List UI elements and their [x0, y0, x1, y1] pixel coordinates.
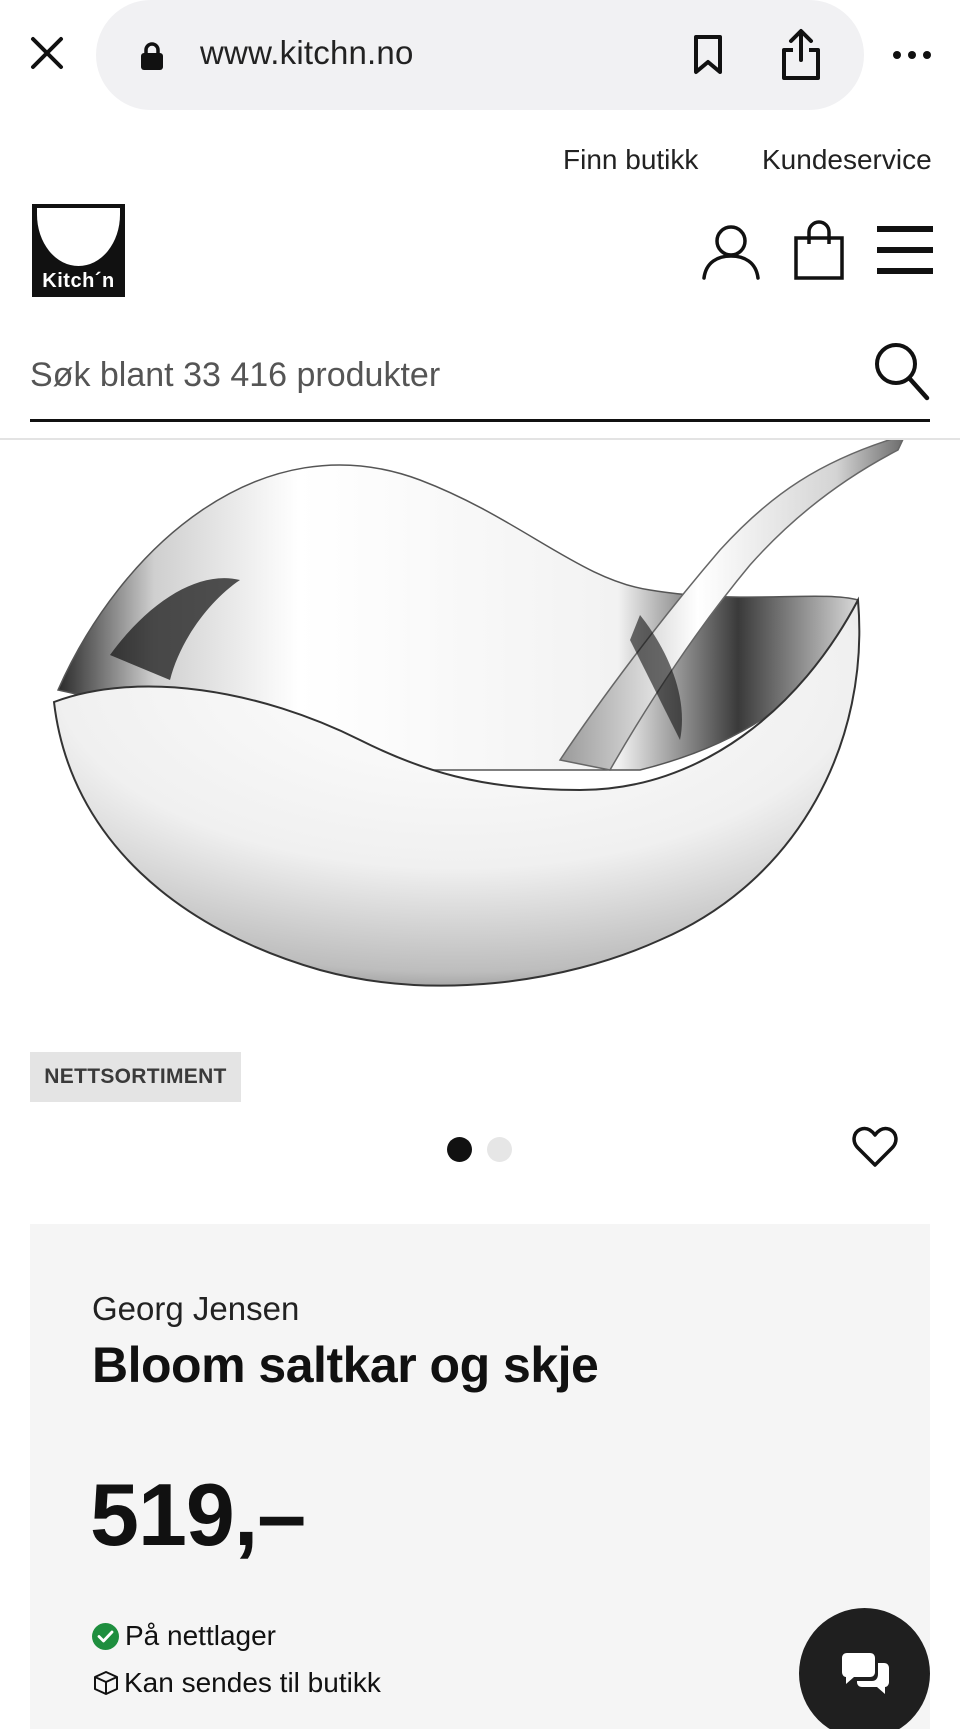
kitchn-logo[interactable]: Kitch´n [32, 204, 125, 297]
favorite-heart-icon[interactable] [852, 1124, 898, 1170]
url-text[interactable]: www.kitchn.no [200, 34, 414, 72]
bookmark-icon[interactable] [686, 30, 730, 80]
logo-bowl-shape [37, 208, 120, 266]
browser-toolbar: www.kitchn.no [0, 0, 960, 112]
product-info-panel: Georg Jensen Bloom saltkar og skje 519,–… [30, 1224, 930, 1729]
search-icon[interactable] [872, 340, 930, 402]
more-options-icon[interactable] [890, 40, 934, 70]
product-brand[interactable]: Georg Jensen [92, 1290, 299, 1328]
product-price: 519,– [90, 1465, 306, 1564]
find-store-link[interactable]: Finn butikk [563, 144, 698, 176]
close-icon[interactable] [22, 28, 72, 78]
availability-online-text: På nettlager [125, 1620, 276, 1651]
hamburger-menu-icon[interactable] [876, 224, 934, 276]
logo-text: Kitch´n [42, 270, 115, 292]
lock-icon [138, 40, 166, 72]
box-icon [92, 1669, 120, 1697]
carousel-dot-1[interactable] [447, 1137, 472, 1162]
availability-store-text: Kan sendes til butikk [124, 1667, 381, 1698]
carousel-dot-2[interactable] [487, 1137, 512, 1162]
chat-icon[interactable] [799, 1608, 930, 1729]
check-icon [92, 1622, 119, 1650]
search-bar [30, 330, 930, 422]
availability-store-shipping: Kan sendes til butikk [92, 1667, 381, 1699]
product-title: Bloom saltkar og skje [92, 1337, 599, 1393]
share-icon[interactable] [776, 26, 826, 84]
shopping-bag-icon[interactable] [792, 220, 846, 282]
product-image[interactable] [0, 440, 960, 1060]
search-input[interactable] [30, 350, 850, 400]
customer-service-link[interactable]: Kundeservice [762, 144, 932, 176]
user-account-icon[interactable] [700, 222, 762, 282]
product-badge: NETTSORTIMENT [30, 1052, 241, 1102]
availability-online: På nettlager [92, 1620, 276, 1652]
